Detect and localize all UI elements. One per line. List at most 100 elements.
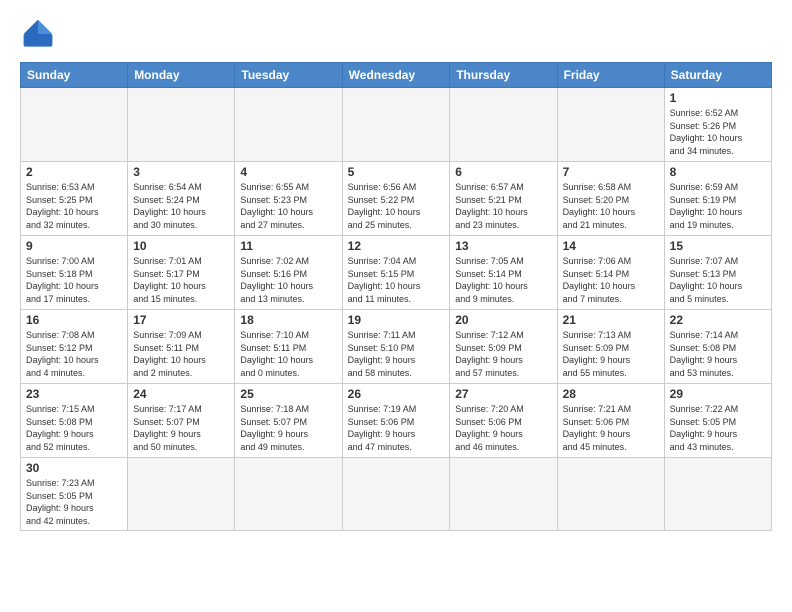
calendar-cell: 28Sunrise: 7:21 AM Sunset: 5:06 PM Dayli… <box>557 384 664 458</box>
day-number: 7 <box>563 165 659 179</box>
day-info: Sunrise: 7:08 AM Sunset: 5:12 PM Dayligh… <box>26 329 122 379</box>
day-info: Sunrise: 7:11 AM Sunset: 5:10 PM Dayligh… <box>348 329 445 379</box>
weekday-header-wednesday: Wednesday <box>342 63 450 88</box>
day-info: Sunrise: 7:12 AM Sunset: 5:09 PM Dayligh… <box>455 329 551 379</box>
day-number: 24 <box>133 387 229 401</box>
day-number: 26 <box>348 387 445 401</box>
calendar-cell <box>128 458 235 531</box>
calendar-cell: 22 Sunrise: 7:14 AM Sunset: 5:08 PM Dayli… <box>664 310 771 384</box>
day-info: Sunrise: 6:52 AM Sunset: 5:26 PM Dayligh… <box>670 107 766 157</box>
day-number: 2 <box>26 165 122 179</box>
day-number: 15 <box>670 239 766 253</box>
day-info: Sunrise: 7:19 AM Sunset: 5:06 PM Dayligh… <box>348 403 445 453</box>
page: SundayMondayTuesdayWednesdayThursdayFrid… <box>0 0 792 612</box>
day-info: Sunrise: 7:05 AM Sunset: 5:14 PM Dayligh… <box>455 255 551 305</box>
day-info: Sunrise: 7:13 AM Sunset: 5:09 PM Dayligh… <box>563 329 659 379</box>
calendar-cell <box>557 88 664 162</box>
calendar-cell <box>450 88 557 162</box>
calendar-cell: 20 Sunrise: 7:12 AM Sunset: 5:09 PM Dayli… <box>450 310 557 384</box>
calendar-cell: 11Sunrise: 7:02 AM Sunset: 5:16 PM Dayli… <box>235 236 342 310</box>
calendar-cell <box>342 458 450 531</box>
day-info: Sunrise: 6:59 AM Sunset: 5:19 PM Dayligh… <box>670 181 766 231</box>
calendar-cell: 24 Sunrise: 7:17 AM Sunset: 5:07 PM Dayli… <box>128 384 235 458</box>
day-number: 20 <box>455 313 551 327</box>
calendar-cell: 19Sunrise: 7:11 AM Sunset: 5:10 PM Dayli… <box>342 310 450 384</box>
day-info: Sunrise: 6:54 AM Sunset: 5:24 PM Dayligh… <box>133 181 229 231</box>
calendar-week-row: 16 Sunrise: 7:08 AM Sunset: 5:12 PM Dayli… <box>21 310 772 384</box>
calendar-cell: 30 Sunrise: 7:23 AM Sunset: 5:05 PM Dayli… <box>21 458 128 531</box>
calendar-cell <box>450 458 557 531</box>
day-info: Sunrise: 7:09 AM Sunset: 5:11 PM Dayligh… <box>133 329 229 379</box>
calendar-cell: 17Sunrise: 7:09 AM Sunset: 5:11 PM Dayli… <box>128 310 235 384</box>
calendar: SundayMondayTuesdayWednesdayThursdayFrid… <box>20 62 772 531</box>
day-number: 3 <box>133 165 229 179</box>
day-info: Sunrise: 7:01 AM Sunset: 5:17 PM Dayligh… <box>133 255 229 305</box>
day-info: Sunrise: 7:10 AM Sunset: 5:11 PM Dayligh… <box>240 329 336 379</box>
day-info: Sunrise: 7:18 AM Sunset: 5:07 PM Dayligh… <box>240 403 336 453</box>
calendar-cell <box>342 88 450 162</box>
calendar-cell <box>128 88 235 162</box>
day-number: 30 <box>26 461 122 475</box>
logo <box>20 16 60 52</box>
day-info: Sunrise: 7:23 AM Sunset: 5:05 PM Dayligh… <box>26 477 122 527</box>
day-number: 10 <box>133 239 229 253</box>
day-number: 8 <box>670 165 766 179</box>
day-info: Sunrise: 7:22 AM Sunset: 5:05 PM Dayligh… <box>670 403 766 453</box>
day-info: Sunrise: 7:20 AM Sunset: 5:06 PM Dayligh… <box>455 403 551 453</box>
day-number: 16 <box>26 313 122 327</box>
calendar-cell: 9Sunrise: 7:00 AM Sunset: 5:18 PM Daylig… <box>21 236 128 310</box>
calendar-cell: 3 Sunrise: 6:54 AM Sunset: 5:24 PM Daylig… <box>128 162 235 236</box>
day-number: 29 <box>670 387 766 401</box>
weekday-header-monday: Monday <box>128 63 235 88</box>
weekday-header-friday: Friday <box>557 63 664 88</box>
calendar-cell: 26 Sunrise: 7:19 AM Sunset: 5:06 PM Dayli… <box>342 384 450 458</box>
calendar-cell <box>21 88 128 162</box>
day-number: 6 <box>455 165 551 179</box>
day-number: 1 <box>670 91 766 105</box>
day-number: 23 <box>26 387 122 401</box>
calendar-cell: 2Sunrise: 6:53 AM Sunset: 5:25 PM Daylig… <box>21 162 128 236</box>
calendar-cell: 16 Sunrise: 7:08 AM Sunset: 5:12 PM Dayli… <box>21 310 128 384</box>
day-info: Sunrise: 7:21 AM Sunset: 5:06 PM Dayligh… <box>563 403 659 453</box>
weekday-header-thursday: Thursday <box>450 63 557 88</box>
calendar-cell: 6 Sunrise: 6:57 AM Sunset: 5:21 PM Daylig… <box>450 162 557 236</box>
day-number: 5 <box>348 165 445 179</box>
day-info: Sunrise: 7:14 AM Sunset: 5:08 PM Dayligh… <box>670 329 766 379</box>
calendar-cell: 21 Sunrise: 7:13 AM Sunset: 5:09 PM Dayli… <box>557 310 664 384</box>
calendar-cell: 25Sunrise: 7:18 AM Sunset: 5:07 PM Dayli… <box>235 384 342 458</box>
calendar-cell <box>664 458 771 531</box>
day-info: Sunrise: 7:07 AM Sunset: 5:13 PM Dayligh… <box>670 255 766 305</box>
day-number: 9 <box>26 239 122 253</box>
calendar-cell: 7 Sunrise: 6:58 AM Sunset: 5:20 PM Daylig… <box>557 162 664 236</box>
calendar-week-row: 1 Sunrise: 6:52 AM Sunset: 5:26 PM Daylig… <box>21 88 772 162</box>
day-number: 11 <box>240 239 336 253</box>
calendar-cell: 5 Sunrise: 6:56 AM Sunset: 5:22 PM Daylig… <box>342 162 450 236</box>
logo-icon <box>20 16 56 52</box>
day-info: Sunrise: 7:06 AM Sunset: 5:14 PM Dayligh… <box>563 255 659 305</box>
weekday-header-sunday: Sunday <box>21 63 128 88</box>
day-number: 27 <box>455 387 551 401</box>
day-info: Sunrise: 7:15 AM Sunset: 5:08 PM Dayligh… <box>26 403 122 453</box>
calendar-cell: 10 Sunrise: 7:01 AM Sunset: 5:17 PM Dayli… <box>128 236 235 310</box>
day-number: 22 <box>670 313 766 327</box>
calendar-cell: 14Sunrise: 7:06 AM Sunset: 5:14 PM Dayli… <box>557 236 664 310</box>
day-info: Sunrise: 7:17 AM Sunset: 5:07 PM Dayligh… <box>133 403 229 453</box>
calendar-cell <box>557 458 664 531</box>
calendar-cell: 12Sunrise: 7:04 AM Sunset: 5:15 PM Dayli… <box>342 236 450 310</box>
calendar-cell <box>235 458 342 531</box>
day-number: 21 <box>563 313 659 327</box>
calendar-cell: 15 Sunrise: 7:07 AM Sunset: 5:13 PM Dayli… <box>664 236 771 310</box>
weekday-header-saturday: Saturday <box>664 63 771 88</box>
day-info: Sunrise: 7:04 AM Sunset: 5:15 PM Dayligh… <box>348 255 445 305</box>
day-number: 18 <box>240 313 336 327</box>
weekday-header-row: SundayMondayTuesdayWednesdayThursdayFrid… <box>21 63 772 88</box>
day-info: Sunrise: 6:58 AM Sunset: 5:20 PM Dayligh… <box>563 181 659 231</box>
calendar-cell: 8 Sunrise: 6:59 AM Sunset: 5:19 PM Daylig… <box>664 162 771 236</box>
day-number: 13 <box>455 239 551 253</box>
day-info: Sunrise: 6:56 AM Sunset: 5:22 PM Dayligh… <box>348 181 445 231</box>
calendar-cell: 27 Sunrise: 7:20 AM Sunset: 5:06 PM Dayli… <box>450 384 557 458</box>
day-info: Sunrise: 6:55 AM Sunset: 5:23 PM Dayligh… <box>240 181 336 231</box>
weekday-header-tuesday: Tuesday <box>235 63 342 88</box>
calendar-cell: 23 Sunrise: 7:15 AM Sunset: 5:08 PM Dayli… <box>21 384 128 458</box>
day-info: Sunrise: 6:57 AM Sunset: 5:21 PM Dayligh… <box>455 181 551 231</box>
